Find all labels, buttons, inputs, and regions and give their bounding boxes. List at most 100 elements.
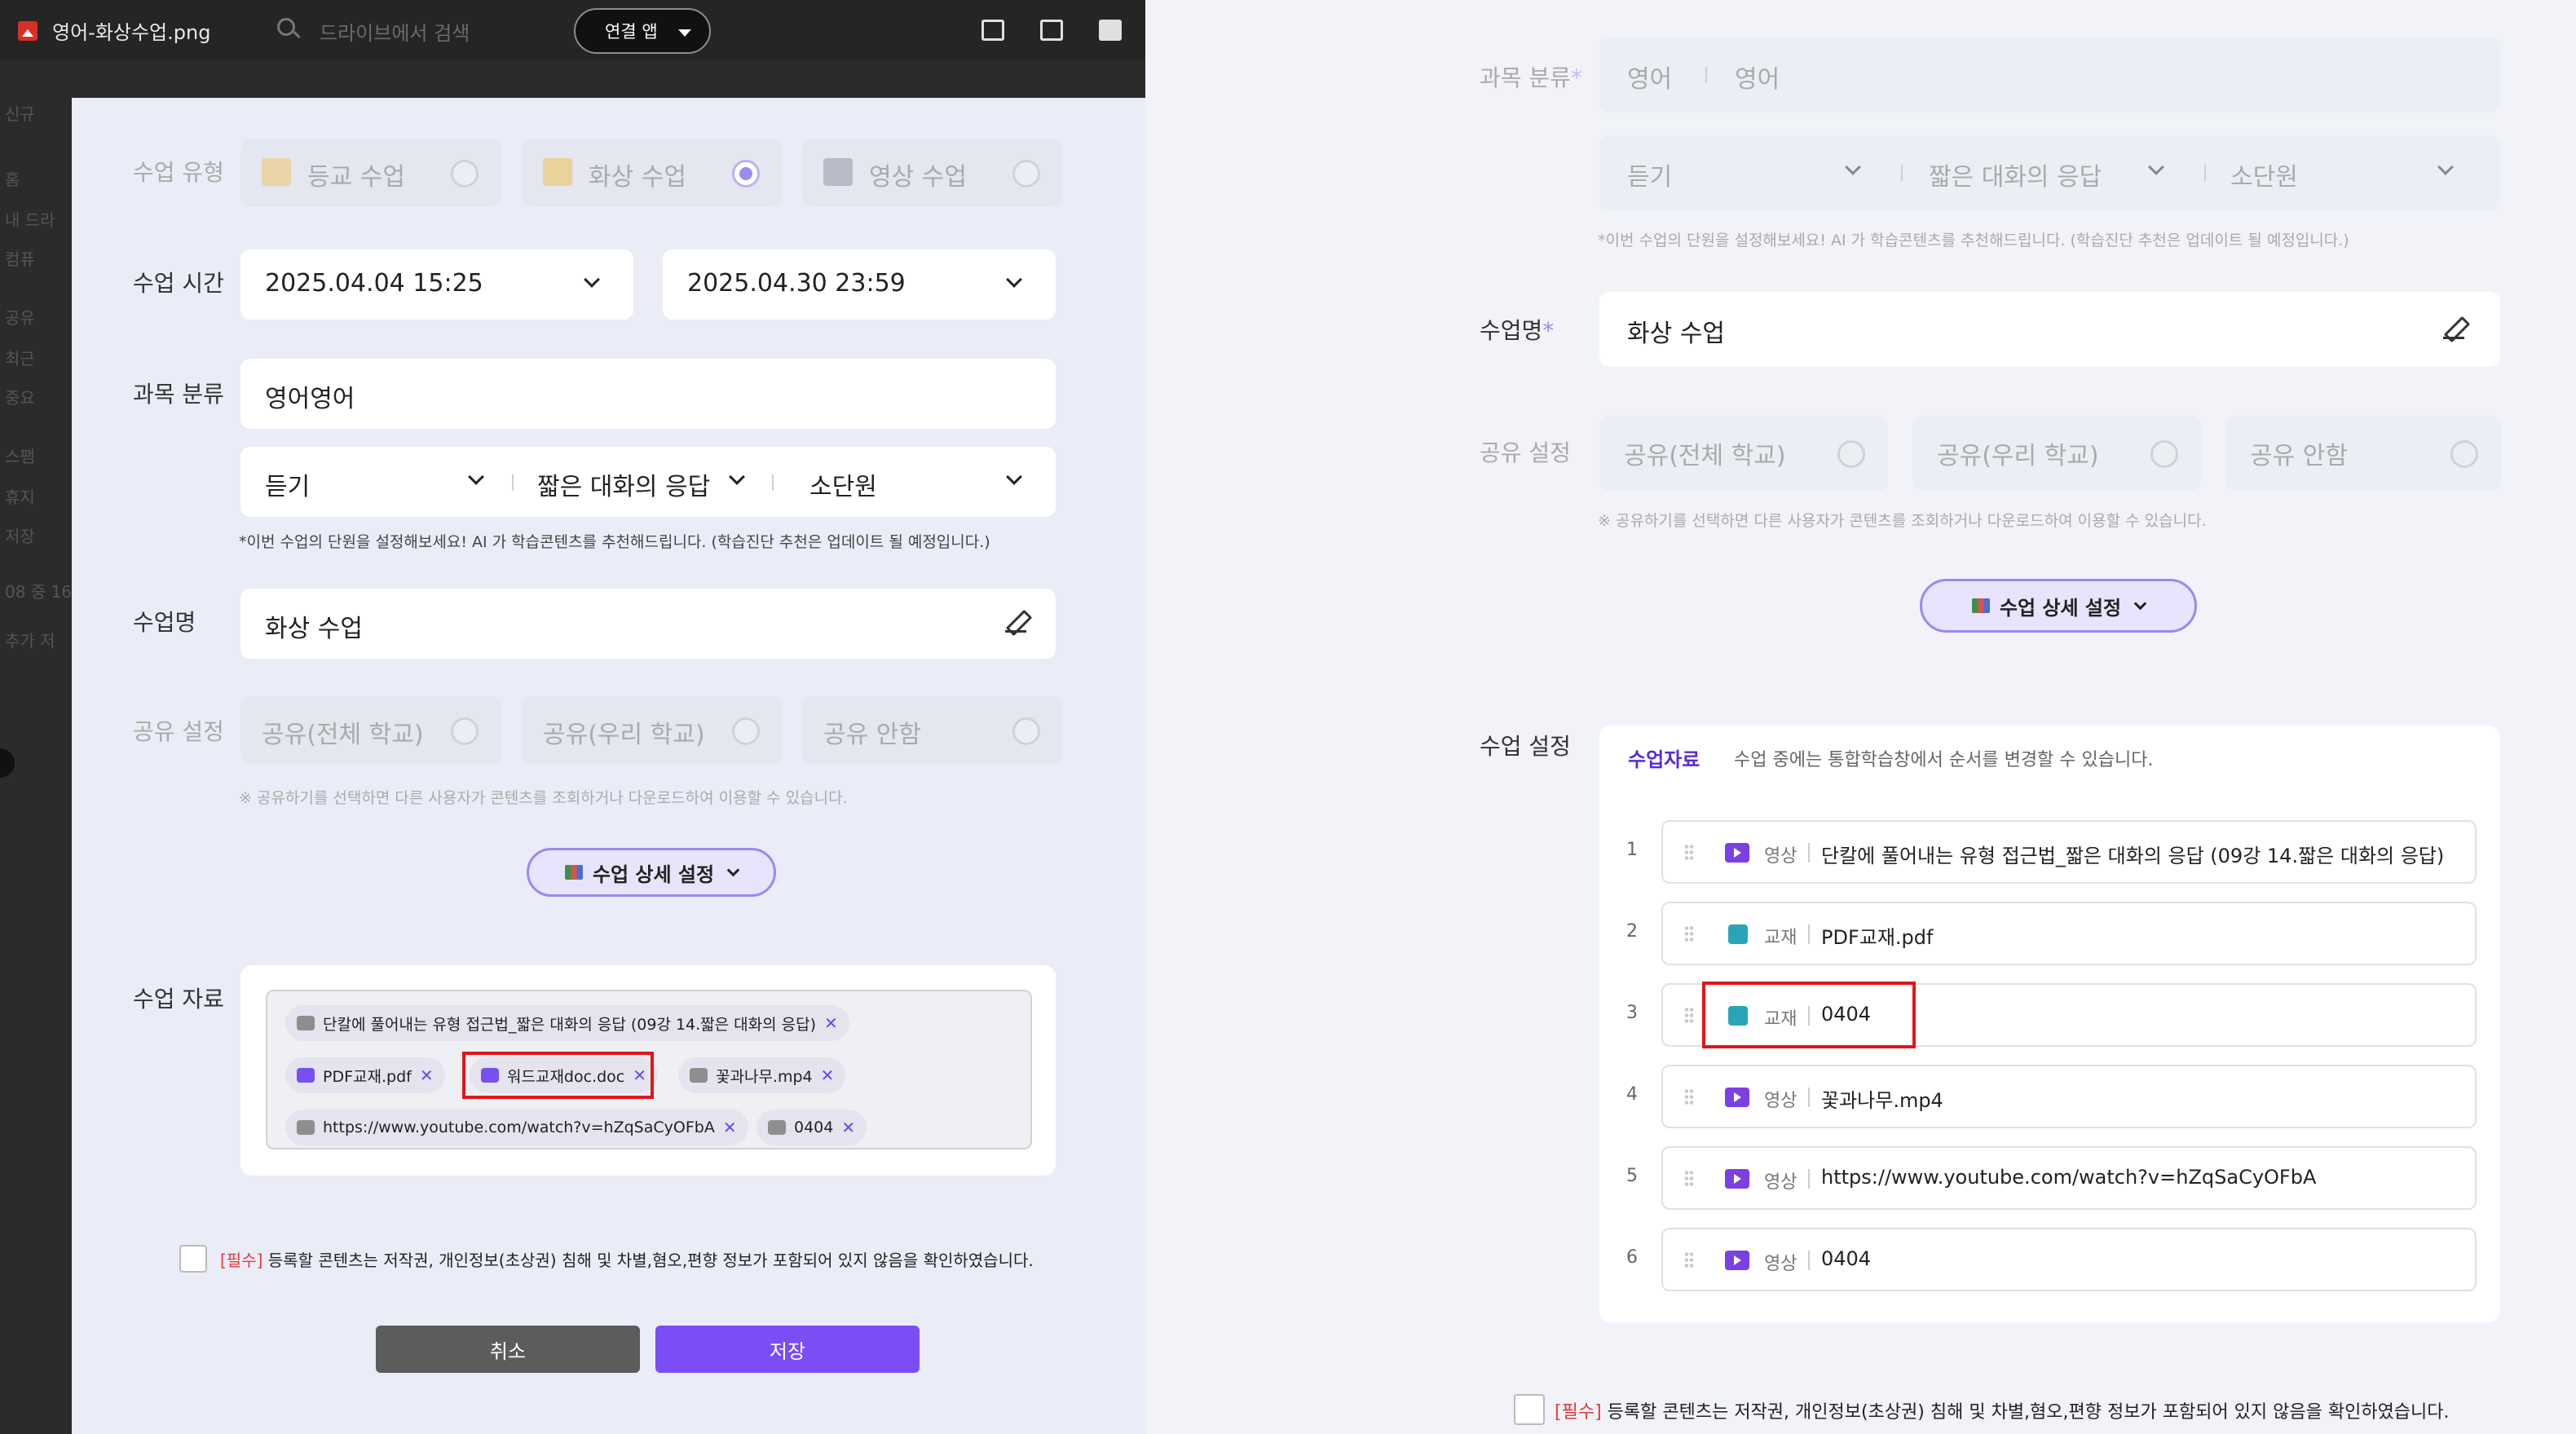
class-detail-settings-button[interactable]: 수업 상세 설정	[527, 848, 776, 897]
share-none[interactable]: 공유 안함	[2225, 416, 2501, 491]
drive-search-input[interactable]: 드라이브에서 검색	[320, 17, 470, 46]
start-time-value: 2025.04.04 15:25	[265, 269, 483, 298]
drag-handle-icon[interactable]	[1684, 844, 1694, 862]
drag-handle-icon[interactable]	[1684, 1251, 1694, 1269]
class-type-video-call[interactable]: 화상 수업	[522, 139, 783, 207]
video-icon	[297, 1016, 315, 1030]
close-icon[interactable]: ✕	[821, 1066, 835, 1085]
radio-button[interactable]	[1837, 440, 1865, 468]
save-button[interactable]: 저장	[655, 1326, 920, 1373]
tab-materials[interactable]: 수업자료	[1628, 743, 1700, 772]
chevron-down-icon	[1006, 469, 1022, 485]
close-icon[interactable]: ✕	[420, 1066, 434, 1085]
share-our-school[interactable]: 공유(우리 학교)	[522, 696, 783, 765]
class-name-field[interactable]: 화상 수업	[240, 589, 1056, 659]
sidebar-item[interactable]: 컴퓨	[5, 246, 35, 270]
unit-area-select[interactable]: 듣기	[265, 466, 310, 502]
sidebar-item[interactable]: 공유	[5, 305, 35, 329]
drag-handle-icon[interactable]	[1684, 1088, 1694, 1106]
chip-label: 0404	[794, 1119, 834, 1136]
move-to-folder-icon[interactable]	[981, 20, 1004, 41]
drag-handle-icon[interactable]	[1684, 925, 1694, 943]
class-type-recorded[interactable]: 영상 수업	[802, 139, 1063, 207]
share-none[interactable]: 공유 안함	[802, 696, 1063, 765]
chevron-down-icon	[726, 863, 740, 876]
radio-button[interactable]	[451, 160, 479, 188]
class-detail-settings-button[interactable]: 수업 상세 설정	[1920, 579, 2197, 633]
storage-info: 08 중 16	[5, 582, 73, 602]
drag-handle-icon[interactable]	[1684, 1007, 1694, 1025]
unit-sub-select[interactable]: 소단원	[2230, 157, 2298, 192]
pencil-icon[interactable]	[2443, 318, 2464, 339]
share-all-schools[interactable]: 공유(전체 학교)	[1599, 416, 1888, 491]
add-shortcut-icon[interactable]	[1040, 20, 1063, 41]
class-name-label-text: 수업명	[1480, 317, 1543, 344]
sidebar-item[interactable]: 중요	[5, 385, 35, 408]
sidebar-item[interactable]: 홈	[5, 166, 20, 190]
consent-checkbox[interactable]	[179, 1245, 207, 1273]
unit-area-select[interactable]: 듣기	[1627, 157, 1672, 192]
share-all-schools[interactable]: 공유(전체 학교)	[240, 696, 501, 765]
required-asterisk: *	[1542, 317, 1555, 344]
detail-button-label: 수업 상세 설정	[592, 863, 715, 886]
material-chip[interactable]: 단칼에 풀어내는 유형 접근법_짧은 대화의 응답 (09강 14.짧은 대화의…	[285, 1005, 849, 1041]
radio-button[interactable]	[2150, 440, 2178, 468]
class-name-field[interactable]: 화상 수업	[1599, 292, 2500, 367]
radio-button[interactable]	[451, 717, 479, 745]
video-icon	[297, 1120, 315, 1135]
material-row[interactable]: 영상 0404	[1661, 1228, 2477, 1291]
material-row[interactable]: 영상 꽃과나무.mp4	[1661, 1065, 2477, 1128]
sidebar-item[interactable]: 신규	[5, 101, 35, 125]
radio-button[interactable]	[732, 717, 760, 745]
caret-down-icon	[678, 29, 691, 37]
unit-sub-select[interactable]: 소단원	[809, 466, 877, 502]
start-time-select[interactable]: 2025.04.04 15:25	[240, 249, 633, 320]
radio-button[interactable]	[1012, 717, 1040, 745]
sidebar-item[interactable]: 스팸	[5, 443, 35, 467]
radio-button[interactable]	[2450, 440, 2478, 468]
material-chip[interactable]: PDF교재.pdf ✕	[285, 1057, 445, 1093]
row-number: 2	[1626, 921, 1638, 942]
material-chip[interactable]: 꽃과나무.mp4 ✕	[678, 1057, 846, 1093]
chip-label: https://www.youtube.com/watch?v=hZqSaCyO…	[323, 1119, 715, 1136]
subject-field[interactable]: 영어영어	[240, 359, 1056, 429]
sidebar-item[interactable]: 내 드라	[5, 207, 55, 231]
material-name: 0404	[1821, 1247, 1872, 1270]
sidebar-item[interactable]: 휴지	[5, 484, 35, 508]
consent-checkbox[interactable]	[1514, 1394, 1545, 1425]
close-icon[interactable]: ✕	[824, 1013, 838, 1033]
radio-button-selected[interactable]	[732, 160, 760, 188]
unit-type-select[interactable]: 짧은 대화의 응답	[1929, 157, 2102, 192]
drag-handle-icon[interactable]	[1684, 1170, 1694, 1188]
class-type-onsite[interactable]: 등교 수업	[240, 139, 501, 207]
end-time-select[interactable]: 2025.04.30 23:59	[663, 249, 1056, 320]
file-viewer: 영어-화상수업.png 드라이브에서 검색 연결 앱 신규 홈 내 드라 컴퓨 …	[0, 0, 1145, 1434]
highlight-frame	[462, 1052, 654, 1099]
cancel-button[interactable]: 취소	[376, 1326, 640, 1373]
unit-type-select[interactable]: 짧은 대화의 응답	[537, 466, 710, 502]
material-row[interactable]: 영상 단칼에 풀어내는 유형 접근법_짧은 대화의 응답 (09강 14.짧은 …	[1661, 820, 2477, 884]
close-icon[interactable]: ✕	[723, 1118, 737, 1137]
share-our-school[interactable]: 공유(우리 학교)	[1912, 416, 2201, 491]
pencil-icon[interactable]	[1005, 611, 1026, 633]
chip-label: 꽃과나무.mp4	[716, 1067, 813, 1086]
consent-body: 등록할 콘텐츠는 저작권, 개인정보(초상권) 침해 및 차별,혐오,편향 정보…	[267, 1251, 1034, 1270]
material-row[interactable]: 교재 PDF교재.pdf	[1661, 902, 2477, 965]
subject-label: 과목 분류	[133, 381, 224, 408]
sidebar-item[interactable]: 저장	[5, 523, 35, 547]
row-number: 1	[1626, 840, 1638, 860]
sidebar-item[interactable]: 추가 저	[5, 628, 55, 651]
material-chip[interactable]: https://www.youtube.com/watch?v=hZqSaCyO…	[285, 1110, 748, 1145]
sidebar-item[interactable]: 최근	[5, 346, 35, 369]
print-icon[interactable]	[1099, 20, 1122, 41]
material-chip[interactable]: 0404 ✕	[756, 1110, 867, 1145]
fab-dot[interactable]	[0, 748, 15, 778]
radio-button[interactable]	[1012, 160, 1040, 188]
search-icon[interactable]	[277, 18, 295, 36]
connect-app-button[interactable]: 연결 앱	[574, 8, 711, 54]
row-number: 3	[1626, 1003, 1638, 1023]
material-row[interactable]: 영상 https://www.youtube.com/watch?v=hZqSa…	[1661, 1146, 2477, 1210]
close-icon[interactable]: ✕	[841, 1118, 855, 1137]
subject-field[interactable]: 영어 영어	[1599, 38, 2500, 113]
divider	[512, 474, 514, 491]
